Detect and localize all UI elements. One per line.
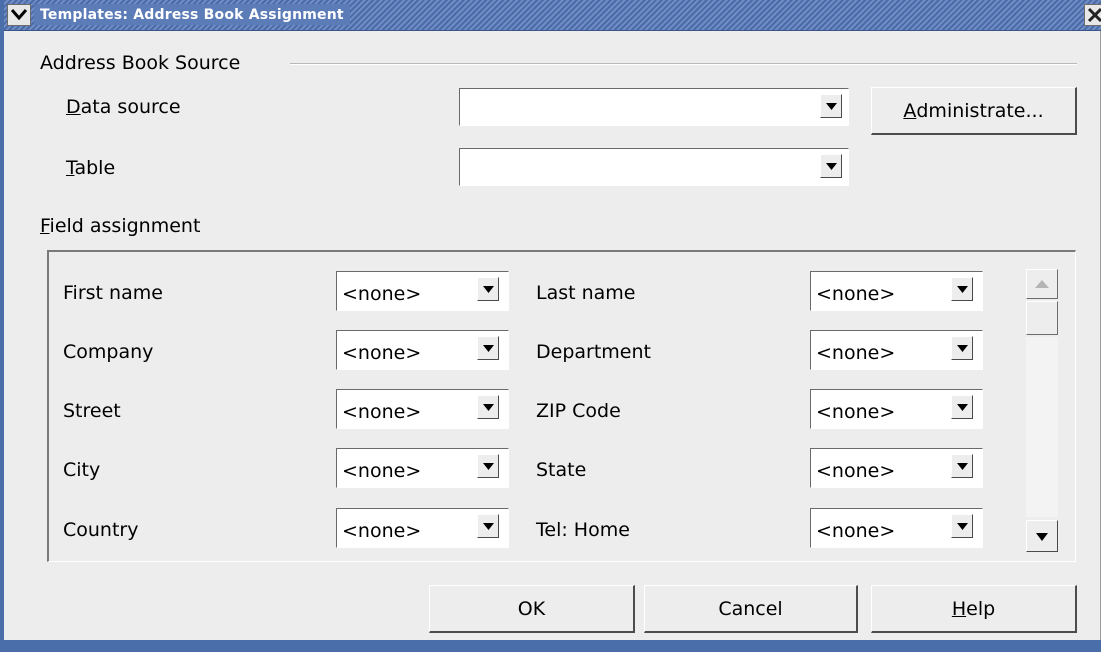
last-name-dropdown-button[interactable] — [951, 277, 973, 301]
city-value: <none> — [342, 460, 422, 482]
scroll-track[interactable] — [1026, 337, 1058, 517]
table-label: Table — [66, 157, 116, 179]
data-source-dropdown-button[interactable] — [820, 94, 842, 118]
first-name-dropdown-button[interactable] — [477, 277, 499, 301]
tel-home-combobox[interactable]: <none> — [810, 508, 983, 548]
country-combobox[interactable]: <none> — [336, 508, 509, 548]
state-combobox[interactable]: <none> — [810, 448, 983, 488]
administrate-button[interactable]: Administrate... — [871, 87, 1077, 135]
zip-code-combobox[interactable]: <none> — [810, 389, 983, 429]
address-book-source-heading: Address Book Source — [40, 52, 241, 74]
field-assignment-heading: Field assignment — [40, 215, 201, 237]
field-label-last-name: Last name — [536, 282, 636, 304]
country-dropdown-button[interactable] — [477, 514, 499, 538]
window-title: Templates: Address Book Assignment — [40, 7, 344, 23]
dropdown-arrow-icon — [957, 286, 968, 293]
company-combobox[interactable]: <none> — [336, 330, 509, 370]
dropdown-arrow-icon — [826, 103, 837, 110]
field-label-department: Department — [536, 341, 651, 363]
scroll-thumb[interactable] — [1026, 301, 1058, 335]
help-button[interactable]: Help — [871, 585, 1077, 633]
zip-code-value: <none> — [816, 401, 896, 423]
state-value: <none> — [816, 460, 896, 482]
dropdown-arrow-icon — [957, 463, 968, 470]
dropdown-arrow-icon — [957, 404, 968, 411]
street-dropdown-button[interactable] — [477, 395, 499, 419]
last-name-value: <none> — [816, 283, 896, 305]
dropdown-arrow-icon — [483, 404, 494, 411]
department-combobox[interactable]: <none> — [810, 330, 983, 370]
field-label-state: State — [536, 459, 587, 481]
table-combobox[interactable] — [459, 148, 849, 186]
dropdown-arrow-icon — [483, 523, 494, 530]
dropdown-arrow-icon — [957, 523, 968, 530]
country-value: <none> — [342, 520, 422, 542]
tel-home-dropdown-button[interactable] — [951, 514, 973, 538]
ok-button[interactable]: OK — [429, 585, 635, 633]
cancel-button[interactable]: Cancel — [644, 585, 858, 633]
field-assignment-scrollbar[interactable] — [1026, 269, 1058, 552]
close-icon — [1087, 7, 1101, 23]
dropdown-arrow-icon — [483, 463, 494, 470]
field-label-country: Country — [63, 519, 139, 541]
street-value: <none> — [342, 401, 422, 423]
window-bottom-border — [4, 640, 1101, 652]
department-value: <none> — [816, 342, 896, 364]
first-name-value: <none> — [342, 283, 422, 305]
group-separator — [290, 63, 1077, 65]
scroll-up-arrow-icon — [1035, 280, 1049, 288]
tel-home-value: <none> — [816, 520, 896, 542]
company-value: <none> — [342, 342, 422, 364]
dialog-window: Templates: Address Book Assignment Addre… — [0, 0, 1101, 652]
last-name-combobox[interactable]: <none> — [810, 271, 983, 311]
title-bar[interactable]: Templates: Address Book Assignment — [4, 0, 1101, 31]
city-combobox[interactable]: <none> — [336, 448, 509, 488]
department-dropdown-button[interactable] — [951, 336, 973, 360]
field-label-street: Street — [63, 400, 121, 422]
dropdown-arrow-icon — [483, 286, 494, 293]
state-dropdown-button[interactable] — [951, 454, 973, 478]
table-dropdown-button[interactable] — [820, 154, 842, 178]
data-source-label: Data source — [66, 96, 181, 118]
scroll-down-arrow-icon — [1036, 533, 1048, 541]
zip-code-dropdown-button[interactable] — [951, 395, 973, 419]
scroll-down-button[interactable] — [1026, 520, 1058, 552]
field-label-zip-code: ZIP Code — [536, 400, 621, 422]
chevron-down-icon — [10, 9, 28, 21]
window-menu-button[interactable] — [7, 4, 31, 26]
first-name-combobox[interactable]: <none> — [336, 271, 509, 311]
title-text-container: Templates: Address Book Assignment — [34, 4, 350, 25]
company-dropdown-button[interactable] — [477, 336, 499, 360]
dropdown-arrow-icon — [826, 163, 837, 170]
field-label-city: City — [63, 459, 101, 481]
field-label-company: Company — [63, 341, 154, 363]
close-button[interactable] — [1084, 4, 1101, 26]
street-combobox[interactable]: <none> — [336, 389, 509, 429]
dropdown-arrow-icon — [483, 345, 494, 352]
data-source-combobox[interactable] — [459, 88, 849, 126]
dropdown-arrow-icon — [957, 345, 968, 352]
field-label-first-name: First name — [63, 282, 163, 304]
field-label-tel-home: Tel: Home — [536, 519, 630, 541]
city-dropdown-button[interactable] — [477, 454, 499, 478]
scroll-up-button[interactable] — [1026, 269, 1058, 299]
